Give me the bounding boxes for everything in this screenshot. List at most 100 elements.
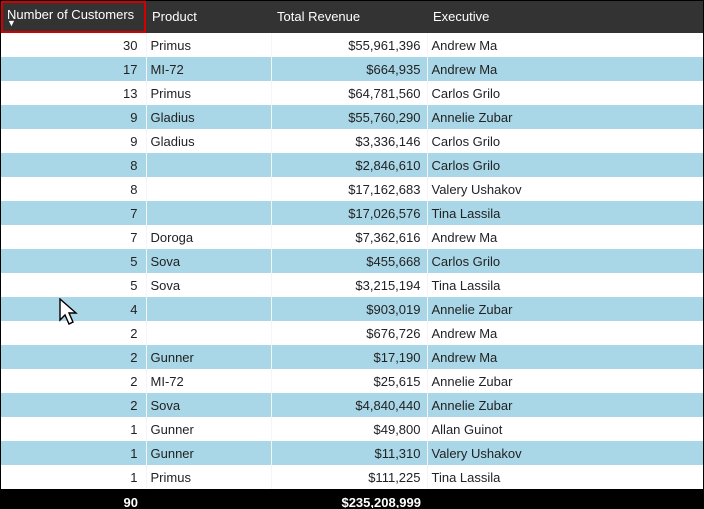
header-executive[interactable]: Executive	[427, 1, 703, 33]
table-row[interactable]: 2Sova$4,840,440Annelie Zubar	[1, 393, 703, 417]
data-table: Number of Customers ▼ Product Total Reve…	[1, 1, 703, 509]
cell-revenue: $111,225	[271, 465, 427, 489]
cell-revenue: $49,800	[271, 417, 427, 441]
cell-customers: 1	[1, 441, 146, 465]
cell-customers: 1	[1, 417, 146, 441]
cell-product: Sova	[146, 393, 271, 417]
header-label: Product	[152, 9, 197, 24]
table-body: 30Primus$55,961,396Andrew Ma17MI-72$664,…	[1, 33, 703, 489]
cell-customers: 30	[1, 33, 146, 57]
table-row[interactable]: 8 $2,846,610Carlos Grilo	[1, 153, 703, 177]
cell-revenue: $64,781,560	[271, 81, 427, 105]
cell-revenue: $25,615	[271, 369, 427, 393]
cell-product: Primus	[146, 465, 271, 489]
cell-customers: 7	[1, 225, 146, 249]
cell-revenue: $3,336,146	[271, 129, 427, 153]
cell-revenue: $664,935	[271, 57, 427, 81]
cell-executive: Andrew Ma	[427, 57, 703, 81]
totals-row: 90 $235,208,999	[1, 489, 703, 509]
header-revenue[interactable]: Total Revenue	[271, 1, 427, 33]
table-row[interactable]: 5Sova$3,215,194Tina Lassila	[1, 273, 703, 297]
cell-product: Gunner	[146, 441, 271, 465]
table-row[interactable]: 2MI-72$25,615Annelie Zubar	[1, 369, 703, 393]
cell-revenue: $17,026,576	[271, 201, 427, 225]
cell-product: Primus	[146, 81, 271, 105]
cell-executive: Andrew Ma	[427, 225, 703, 249]
cell-executive: Annelie Zubar	[427, 369, 703, 393]
cell-revenue: $55,961,396	[271, 33, 427, 57]
cell-executive: Valery Ushakov	[427, 441, 703, 465]
cell-revenue: $17,190	[271, 345, 427, 369]
cell-product: MI-72	[146, 369, 271, 393]
cell-customers: 13	[1, 81, 146, 105]
cell-executive: Valery Ushakov	[427, 177, 703, 201]
cell-revenue: $903,019	[271, 297, 427, 321]
cell-revenue: $55,760,290	[271, 105, 427, 129]
cell-revenue: $3,215,194	[271, 273, 427, 297]
cell-customers: 2	[1, 345, 146, 369]
total-executive-blank	[427, 489, 703, 509]
cell-customers: 5	[1, 249, 146, 273]
header-label: Number of Customers	[7, 7, 134, 22]
cell-product	[146, 321, 271, 345]
cell-executive: Andrew Ma	[427, 33, 703, 57]
table-row[interactable]: 17MI-72$664,935Andrew Ma	[1, 57, 703, 81]
table-row[interactable]: 13Primus$64,781,560Carlos Grilo	[1, 81, 703, 105]
header-customers[interactable]: Number of Customers ▼	[1, 1, 146, 33]
cell-product: Gladius	[146, 105, 271, 129]
table-row[interactable]: 2$676,726Andrew Ma	[1, 321, 703, 345]
table-visual: Number of Customers ▼ Product Total Reve…	[0, 0, 704, 509]
header-product[interactable]: Product	[146, 1, 271, 33]
cell-executive: Carlos Grilo	[427, 249, 703, 273]
cell-customers: 4	[1, 297, 146, 321]
table-row[interactable]: 1Primus$111,225Tina Lassila	[1, 465, 703, 489]
cell-customers: 17	[1, 57, 146, 81]
cell-executive: Annelie Zubar	[427, 297, 703, 321]
cell-product: Gladius	[146, 129, 271, 153]
cell-customers: 2	[1, 393, 146, 417]
cell-revenue: $11,310	[271, 441, 427, 465]
table-row[interactable]: 1Gunner$11,310Valery Ushakov	[1, 441, 703, 465]
cell-product: Gunner	[146, 345, 271, 369]
cell-executive: Allan Guinot	[427, 417, 703, 441]
cell-product	[146, 201, 271, 225]
table-row[interactable]: 9Gladius$55,760,290Annelie Zubar	[1, 105, 703, 129]
cell-executive: Annelie Zubar	[427, 105, 703, 129]
table-row[interactable]: 4 $903,019Annelie Zubar	[1, 297, 703, 321]
table-row[interactable]: 1Gunner$49,800Allan Guinot	[1, 417, 703, 441]
cell-customers: 9	[1, 105, 146, 129]
cell-product	[146, 297, 271, 321]
table-row[interactable]: 7Doroga$7,362,616Andrew Ma	[1, 225, 703, 249]
cell-customers: 8	[1, 153, 146, 177]
cell-product	[146, 177, 271, 201]
cell-executive: Carlos Grilo	[427, 153, 703, 177]
cell-executive: Carlos Grilo	[427, 81, 703, 105]
table-row[interactable]: 9Gladius$3,336,146Carlos Grilo	[1, 129, 703, 153]
table-row[interactable]: 2Gunner$17,190Andrew Ma	[1, 345, 703, 369]
cell-executive: Annelie Zubar	[427, 393, 703, 417]
total-product-blank	[146, 489, 271, 509]
header-row: Number of Customers ▼ Product Total Reve…	[1, 1, 703, 33]
table-row[interactable]: 30Primus$55,961,396Andrew Ma	[1, 33, 703, 57]
table-row[interactable]: 7$17,026,576Tina Lassila	[1, 201, 703, 225]
cell-executive: Tina Lassila	[427, 273, 703, 297]
cell-revenue: $676,726	[271, 321, 427, 345]
header-label: Executive	[433, 9, 489, 24]
cell-customers: 9	[1, 129, 146, 153]
cell-product: MI-72	[146, 57, 271, 81]
cell-customers: 1	[1, 465, 146, 489]
table-row[interactable]: 5Sova$455,668Carlos Grilo	[1, 249, 703, 273]
cell-customers: 2	[1, 369, 146, 393]
cell-customers: 7	[1, 201, 146, 225]
cell-revenue: $2,846,610	[271, 153, 427, 177]
table-row[interactable]: 8$17,162,683Valery Ushakov	[1, 177, 703, 201]
cell-product: Doroga	[146, 225, 271, 249]
cell-product: Primus	[146, 33, 271, 57]
cell-executive: Andrew Ma	[427, 345, 703, 369]
cell-customers: 2	[1, 321, 146, 345]
cell-product	[146, 153, 271, 177]
cell-revenue: $17,162,683	[271, 177, 427, 201]
cell-executive: Tina Lassila	[427, 465, 703, 489]
cell-revenue: $4,840,440	[271, 393, 427, 417]
cell-product: Sova	[146, 249, 271, 273]
